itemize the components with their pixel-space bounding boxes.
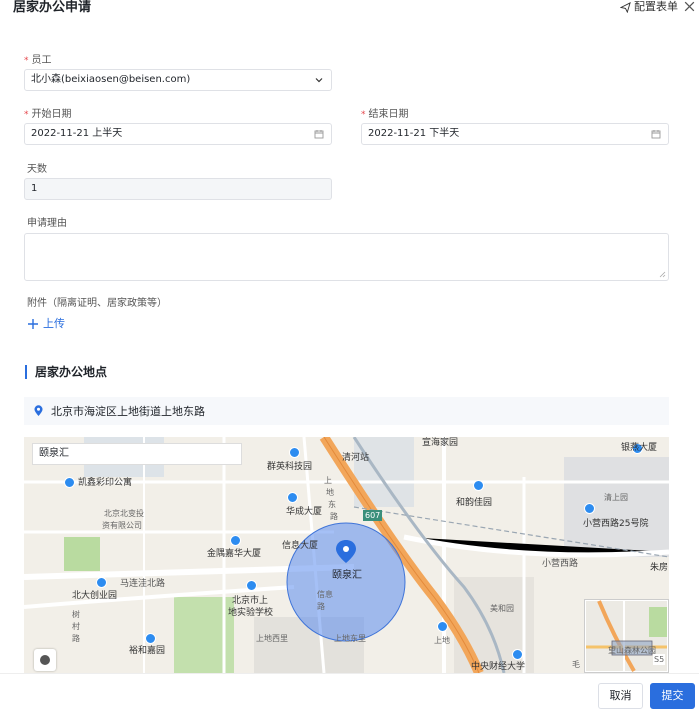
map-label: 北大创业园 [72,591,118,601]
map-label: 凯鑫彩印公寓 [78,478,133,488]
map-label: 路 [72,634,80,643]
chevron-down-icon [315,78,323,83]
map-label: 东 [328,500,336,509]
poi-icon [437,621,448,632]
map-label: 上 [324,476,332,485]
map-label: 马连洼北路 [120,579,166,589]
map-label: 树 [72,610,80,619]
poi-icon [584,503,595,514]
map-label: 上地 [434,636,450,645]
dialog-header: 居家办公申请 配置表单 [0,0,699,22]
employee-value: 北小森(beixiaosen@beisen.com) [31,74,191,85]
map-label: 地 [326,488,334,497]
map-label: 裕和嘉园 [129,646,166,656]
map-label: 路 [317,602,325,611]
map-label: 银燕大厦 [621,443,658,453]
poi-icon [96,577,107,588]
map-label: 北京市上 [232,596,269,606]
poi-icon [246,580,257,591]
map-label: 美和园 [490,604,514,613]
map-pin-icon [34,405,43,416]
plus-icon [28,319,38,329]
cancel-button[interactable]: 取消 [598,683,643,709]
dialog-footer: 取消 提交 [0,673,699,710]
poi-icon [64,477,75,488]
reason-label: 申请理由 [27,218,67,229]
location-section-title: 居家办公地点 [25,365,107,379]
config-form-label: 配置表单 [634,0,678,13]
employee-label: * 员工 [24,55,52,66]
days-value: 1 [31,183,38,194]
map-label: 地实验学校 [228,608,274,618]
map-label: 北京北变投 [104,509,144,518]
calendar-icon [651,130,661,139]
map-search-input[interactable]: 颐泉汇 [32,443,242,465]
poi-icon [230,535,241,546]
days-label: 天数 [27,164,47,175]
map-label: 和韵佳园 [456,498,493,508]
days-field: 1 [24,178,332,200]
poi-icon [287,492,298,503]
map-label: 607 [363,510,383,521]
resize-handle-icon[interactable] [659,271,666,278]
map-label: 清上园 [604,493,628,502]
map-label: 清河站 [342,453,370,463]
map-label: 信息 [317,590,333,599]
map-marker-label: 颐泉汇 [332,570,362,581]
map-label: 上地西里 [256,634,288,643]
start-date-label: * 开始日期 [24,109,72,120]
attachment-label: 附件（隔离证明、居家政策等） [27,298,167,309]
end-date-field[interactable]: 2022-11-21 下半天 [361,123,669,145]
upload-button[interactable]: 上传 [27,317,65,331]
map-label: 朱房 [650,563,669,573]
employee-select[interactable]: 北小森(beixiaosen@beisen.com) [24,69,332,91]
end-date-value: 2022-11-21 下半天 [368,128,460,139]
close-icon[interactable] [683,0,696,13]
map-label: 华成大厦 [286,507,323,517]
poi-icon [512,649,523,660]
map-label: 资有限公司 [102,521,142,530]
address-text: 北京市海淀区上地街道上地东路 [51,405,205,418]
address-bar: 北京市海淀区上地街道上地东路 [24,397,669,425]
page-title: 居家办公申请 [13,0,92,15]
end-date-label: * 结束日期 [361,109,409,120]
poi-icon [145,633,156,644]
minimap[interactable] [584,599,669,673]
map-label: 群英科技园 [267,462,313,472]
map-label: 金隅嘉华大厦 [207,549,262,559]
map-view[interactable]: 颐泉汇 群英科技园 清河站 宣海家园 银燕大厦 凯鑫彩印公寓 北京北变投 资有限… [24,437,669,673]
map-label: 信息大厦 [282,541,319,551]
map-label: 小营西路 [542,559,579,569]
map-label: 宣海家园 [422,438,459,448]
map-label: 上地东里 [334,634,366,643]
start-date-value: 2022-11-21 上半天 [31,128,123,139]
send-icon [620,1,631,13]
map-label: 毛 [572,660,580,669]
upload-label: 上传 [43,317,65,330]
config-form-button[interactable]: 配置表单 [620,0,678,14]
map-label: 村 [72,622,80,631]
poi-icon [289,447,300,458]
locate-button[interactable] [34,649,56,671]
map-label: 路 [330,512,338,521]
map-label: 中央财经大学 [471,662,526,672]
submit-button[interactable]: 提交 [650,683,695,709]
start-date-field[interactable]: 2022-11-21 上半天 [24,123,332,145]
reason-textarea[interactable] [24,233,669,281]
map-label: 小营西路25号院 [583,519,649,529]
poi-icon [473,480,484,491]
calendar-icon [314,130,324,139]
